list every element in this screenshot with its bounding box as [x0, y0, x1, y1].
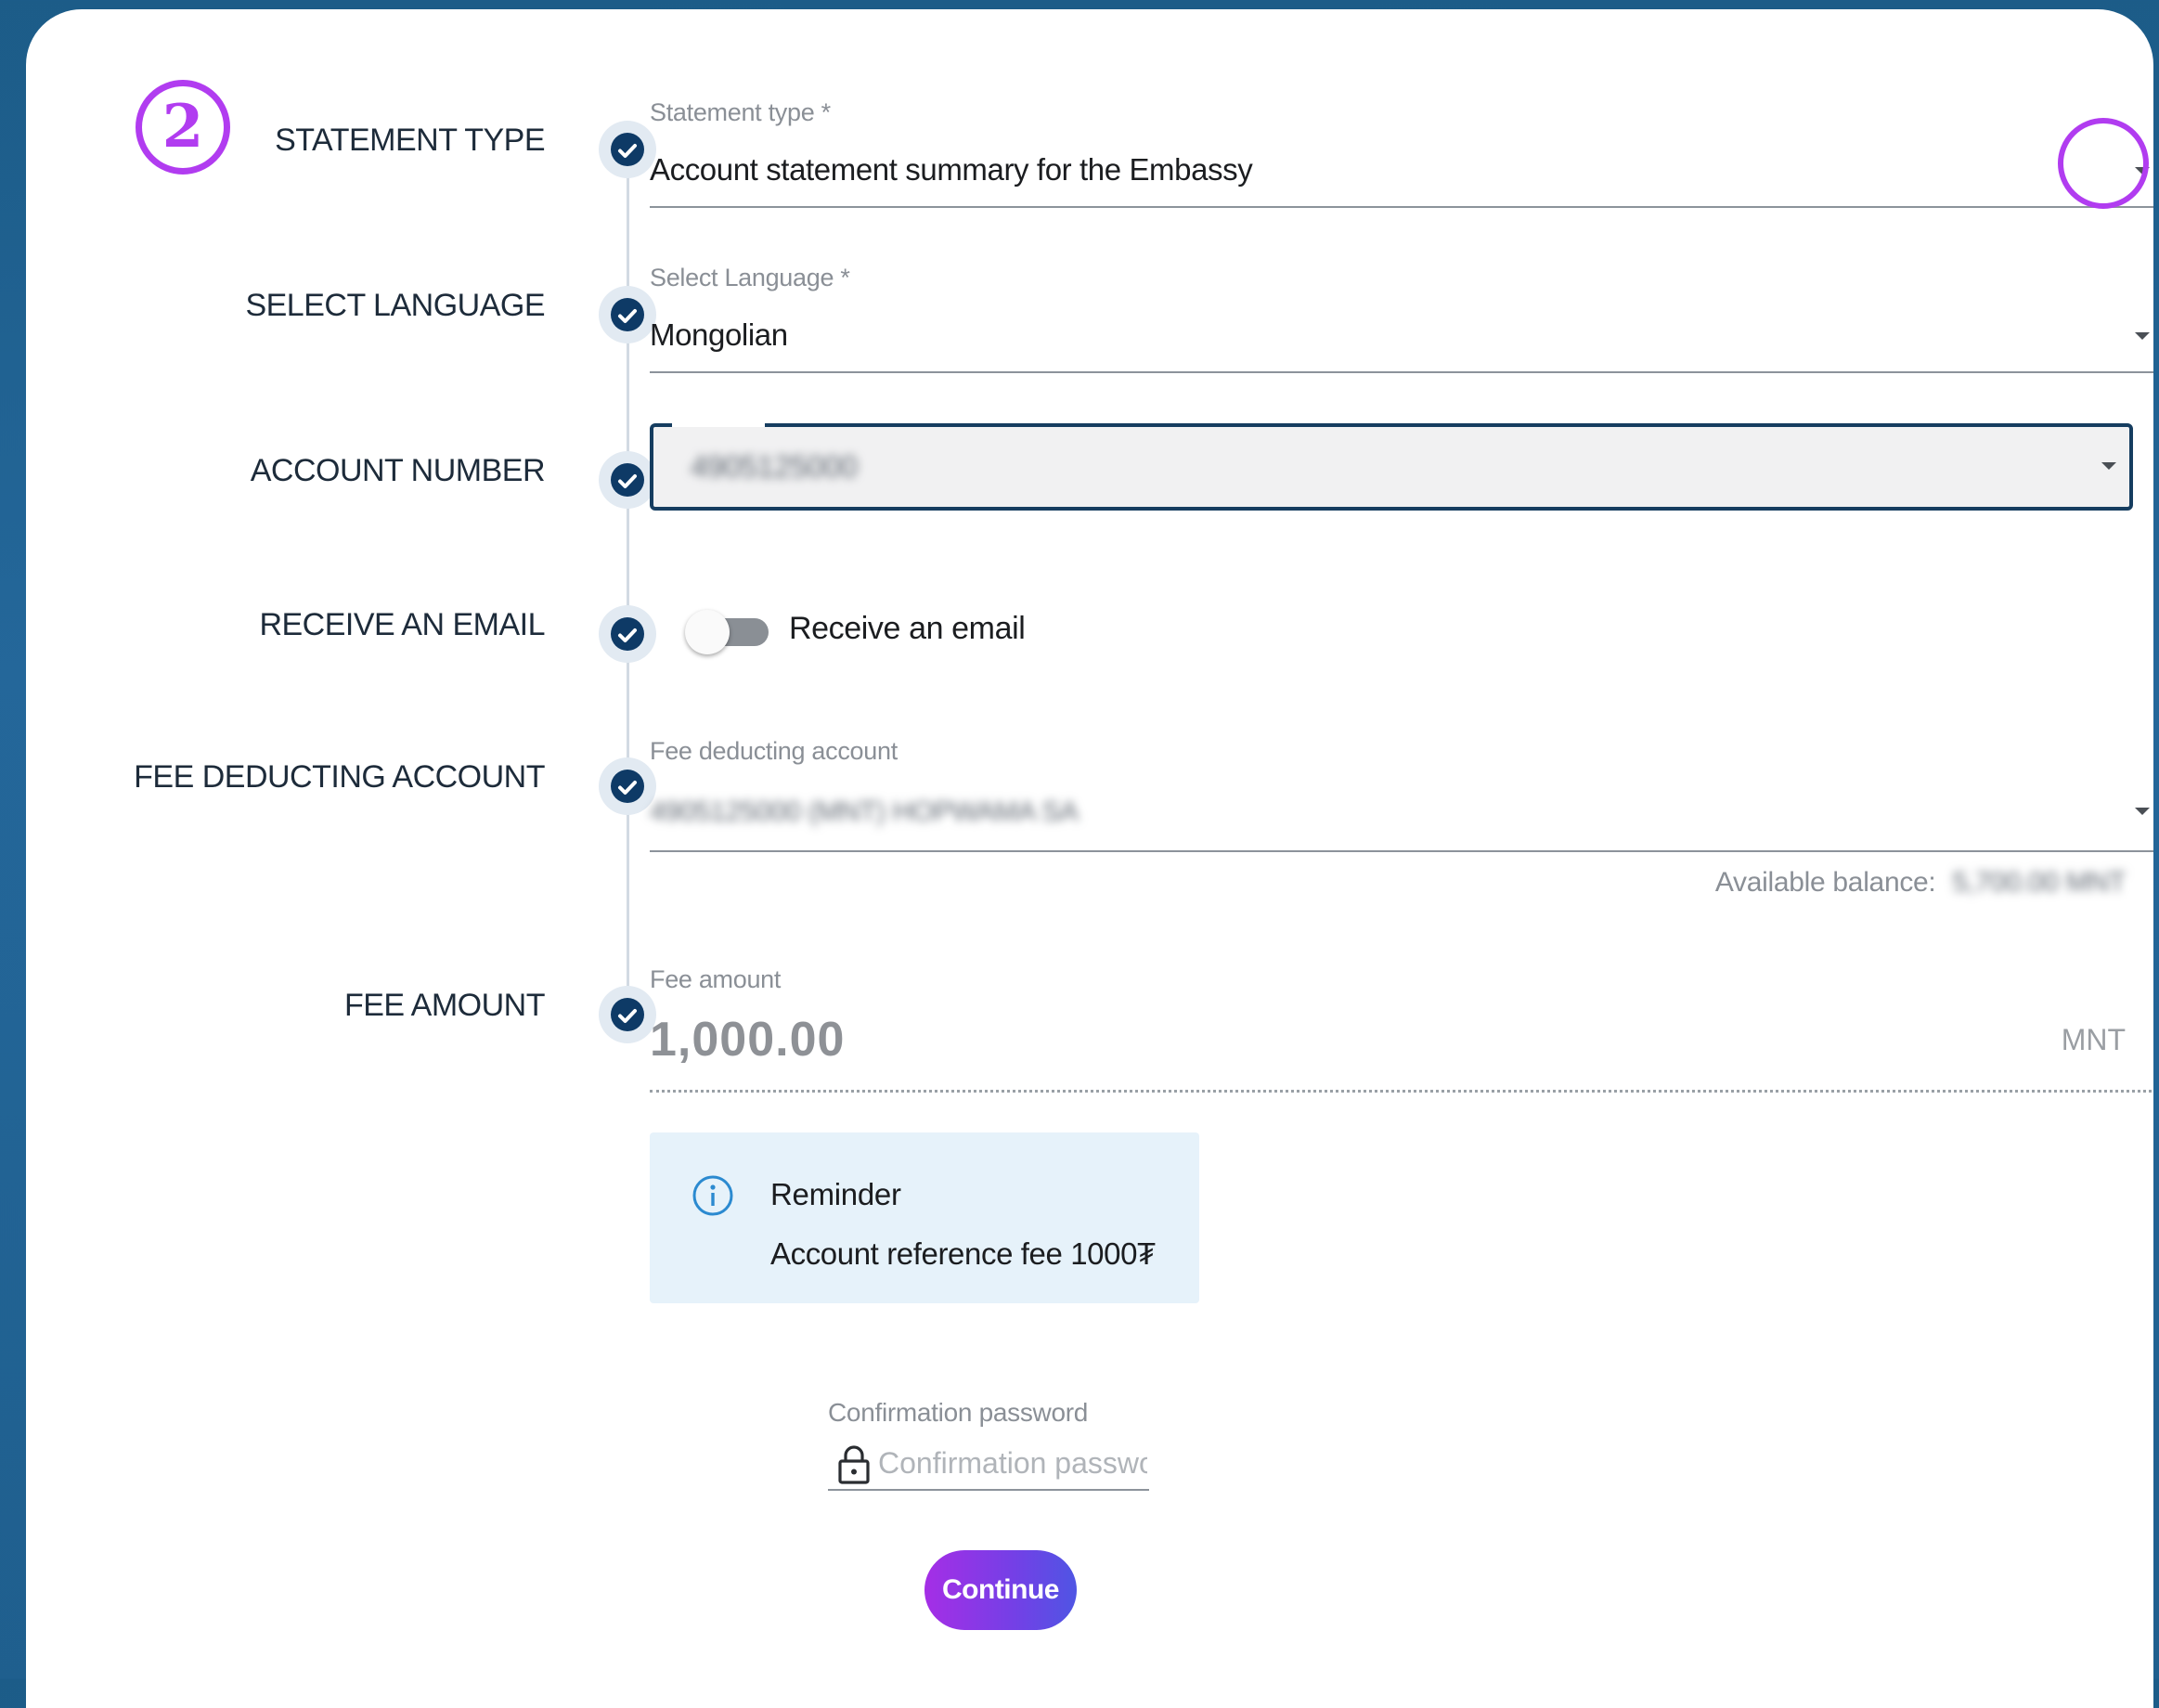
reminder-box: Reminder Account reference fee 1000₮: [650, 1132, 1199, 1303]
chevron-down-icon: [2101, 462, 2116, 470]
step-label-fee-deducting-account: FEE DEDUCTING ACCOUNT: [134, 759, 545, 795]
continue-button[interactable]: Continue: [924, 1550, 1077, 1630]
dropdown-highlight-circle: [2058, 118, 2149, 209]
check-circle-icon: [599, 451, 656, 509]
reminder-text: Account reference fee 1000₮: [770, 1236, 1156, 1271]
fee-account-value: 4905125000 (MNT) HOPWAMA SA: [650, 796, 1079, 827]
available-balance-label: Available balance:: [1714, 867, 1936, 898]
check-circle-icon: [599, 121, 656, 178]
receive-email-label: Receive an email: [789, 611, 1026, 646]
confirmation-password-field[interactable]: [828, 1439, 1149, 1491]
account-number-value: 4905125000: [691, 449, 858, 484]
check-circle-icon: [599, 605, 656, 663]
language-label: Select Language *: [650, 264, 850, 291]
info-icon: [692, 1175, 733, 1216]
account-number-select[interactable]: 4905125000: [650, 423, 2133, 511]
fee-account-label: Fee deducting account: [650, 737, 898, 765]
step-number-badge: 2: [136, 80, 230, 175]
receive-email-toggle[interactable]: [679, 603, 782, 659]
fee-amount-currency: MNT: [2061, 1023, 2126, 1056]
step-label-account-number: ACCOUNT NUMBER: [250, 453, 546, 488]
language-value: Mongolian: [650, 317, 788, 352]
confirmation-password-label: Confirmation password: [828, 1398, 1089, 1427]
chevron-down-icon: [2135, 808, 2150, 815]
lock-icon: [838, 1445, 870, 1484]
chevron-down-icon: [2135, 332, 2150, 340]
fee-amount-label: Fee amount: [650, 965, 782, 993]
step-label-receive-email: RECEIVE AN EMAIL: [259, 607, 545, 642]
statement-type-select[interactable]: Statement type * Account statement summa…: [650, 93, 2153, 210]
statement-request-card: 2 STATEMENT TYPE SELECT LANGUAGE ACCOUNT…: [26, 9, 2153, 1708]
timeline-line: [627, 149, 629, 1014]
check-circle-icon: [599, 757, 656, 815]
confirmation-password-input[interactable]: [878, 1441, 1147, 1485]
available-balance-value: 5,700.00 MNT: [1952, 867, 2127, 898]
fee-account-select[interactable]: Fee deducting account 4905125000 (MNT) H…: [650, 730, 2153, 856]
step-label-fee-amount: FEE AMOUNT: [343, 988, 546, 1023]
available-balance: Available balance: 5,700.00 MNT: [1715, 867, 2126, 899]
statement-type-value: Account statement summary for the Embass…: [650, 152, 1253, 187]
step-label-select-language: SELECT LANGUAGE: [245, 288, 545, 323]
statement-type-label: Statement type *: [650, 98, 831, 126]
language-select[interactable]: Select Language * Mongolian: [650, 258, 2153, 375]
step-label-statement-type: STATEMENT TYPE: [275, 123, 545, 158]
reminder-title: Reminder: [770, 1177, 901, 1211]
check-circle-icon: [599, 986, 656, 1043]
check-circle-icon: [599, 286, 656, 343]
fee-amount-value: 1,000.00: [650, 1013, 846, 1067]
